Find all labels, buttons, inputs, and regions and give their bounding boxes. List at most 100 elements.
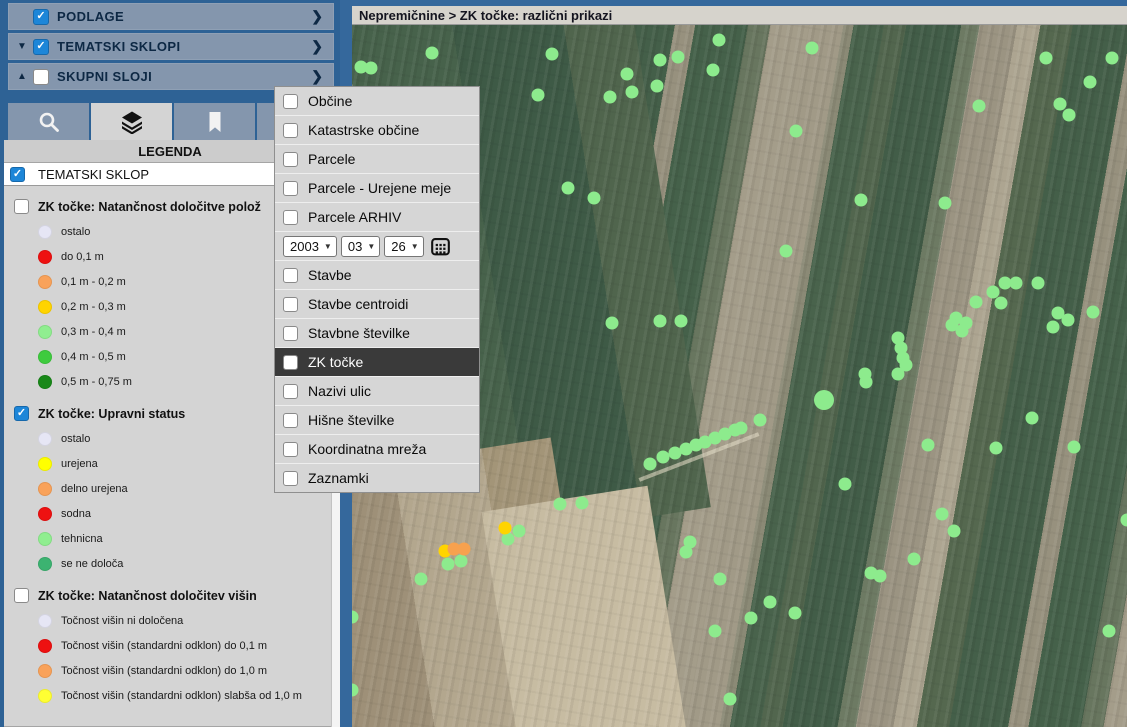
map-point[interactable]: [1106, 52, 1119, 65]
map-point[interactable]: [709, 625, 722, 638]
map-point[interactable]: [576, 497, 589, 510]
map-point[interactable]: [922, 439, 935, 452]
chevron-right-icon[interactable]: ❯: [311, 38, 323, 55]
map-point[interactable]: [442, 558, 455, 571]
layer-checkbox[interactable]: [283, 326, 298, 341]
map-point[interactable]: [939, 197, 952, 210]
map-point[interactable]: [714, 573, 727, 586]
layer-checkbox[interactable]: [283, 210, 298, 225]
map-point[interactable]: [680, 546, 693, 559]
map-point[interactable]: [546, 48, 559, 61]
map-point[interactable]: [458, 543, 471, 556]
map-point[interactable]: [1068, 441, 1081, 454]
layer-row[interactable]: Zaznamki: [275, 463, 479, 492]
map-point[interactable]: [790, 125, 803, 138]
legend-group-checkbox[interactable]: [14, 199, 29, 214]
map-point[interactable]: [1010, 277, 1023, 290]
map-point[interactable]: [352, 684, 359, 697]
map-point[interactable]: [365, 62, 378, 75]
map-point[interactable]: [789, 607, 802, 620]
map-point[interactable]: [499, 522, 512, 535]
map-point[interactable]: [956, 325, 969, 338]
map-point[interactable]: [764, 596, 777, 609]
map-point[interactable]: [651, 80, 664, 93]
map-point[interactable]: [1103, 625, 1116, 638]
layer-row[interactable]: Katastrske občine: [275, 115, 479, 144]
map-point[interactable]: [352, 611, 359, 624]
layer-checkbox[interactable]: [283, 94, 298, 109]
map-point[interactable]: [415, 573, 428, 586]
map-point[interactable]: [621, 68, 634, 81]
layer-checkbox[interactable]: [283, 355, 298, 370]
map-point[interactable]: [995, 297, 1008, 310]
map-point[interactable]: [1040, 52, 1053, 65]
chevron-right-icon[interactable]: ❯: [311, 8, 323, 25]
map-point[interactable]: [654, 315, 667, 328]
map-point[interactable]: [724, 693, 737, 706]
map-point[interactable]: [562, 182, 575, 195]
map-point[interactable]: [1121, 514, 1127, 527]
map-point[interactable]: [532, 89, 545, 102]
map-point[interactable]: [713, 34, 726, 47]
skupni-sloji-checkbox[interactable]: [33, 69, 49, 85]
map-point[interactable]: [707, 64, 720, 77]
calendar-button[interactable]: [430, 236, 451, 257]
map-point[interactable]: [672, 51, 685, 64]
layer-row[interactable]: Stavbe centroidi: [275, 289, 479, 318]
layer-checkbox[interactable]: [283, 297, 298, 312]
map-point[interactable]: [1047, 321, 1060, 334]
map-point[interactable]: [948, 525, 961, 538]
map-point[interactable]: [554, 498, 567, 511]
layer-checkbox[interactable]: [283, 471, 298, 486]
map-point[interactable]: [860, 376, 873, 389]
month-select[interactable]: 03▼: [341, 236, 380, 257]
legend-group-checkbox[interactable]: ✓: [14, 406, 29, 421]
collapse-arrow-icon[interactable]: ▲: [11, 71, 33, 82]
chevron-right-icon[interactable]: ❯: [311, 68, 323, 85]
layer-checkbox[interactable]: [283, 152, 298, 167]
layer-row[interactable]: Parcele - Urejene meje: [275, 173, 479, 202]
day-select[interactable]: 26▼: [384, 236, 423, 257]
layer-checkbox[interactable]: [283, 181, 298, 196]
map-point[interactable]: [455, 555, 468, 568]
map-point[interactable]: [754, 414, 767, 427]
map-point[interactable]: [606, 317, 619, 330]
layer-row[interactable]: Koordinatna mreža: [275, 434, 479, 463]
map-point[interactable]: [1026, 412, 1039, 425]
layer-checkbox[interactable]: [283, 413, 298, 428]
tab-search[interactable]: [8, 103, 91, 140]
layer-row[interactable]: ZK točke: [275, 347, 479, 376]
layer-checkbox[interactable]: [283, 384, 298, 399]
map-point[interactable]: [588, 192, 601, 205]
map-point[interactable]: [855, 194, 868, 207]
map-point[interactable]: [874, 570, 887, 583]
podlage-checkbox[interactable]: ✓: [33, 9, 49, 25]
map-point[interactable]: [1062, 314, 1075, 327]
layer-row[interactable]: Stavbe: [275, 260, 479, 289]
map-point[interactable]: [892, 368, 905, 381]
map-point[interactable]: [970, 296, 983, 309]
accordion-podlage[interactable]: ✓ PODLAGE ❯: [8, 3, 334, 30]
map-point[interactable]: [814, 390, 834, 410]
map-point[interactable]: [936, 508, 949, 521]
layer-row[interactable]: Nazivi ulic: [275, 376, 479, 405]
layer-row[interactable]: Občine: [275, 87, 479, 115]
year-select[interactable]: 2003▼: [283, 236, 337, 257]
map-point[interactable]: [675, 315, 688, 328]
tab-bookmark[interactable]: [174, 103, 257, 140]
map-point[interactable]: [973, 100, 986, 113]
map-point[interactable]: [426, 47, 439, 60]
map-point[interactable]: [908, 553, 921, 566]
tematski-sklop-checkbox[interactable]: ✓: [10, 167, 25, 182]
map-point[interactable]: [1032, 277, 1045, 290]
layer-row[interactable]: Hišne številke: [275, 405, 479, 434]
map-point[interactable]: [654, 54, 667, 67]
tab-layers[interactable]: [91, 103, 174, 140]
map-point[interactable]: [626, 86, 639, 99]
layer-checkbox[interactable]: [283, 123, 298, 138]
accordion-tematski-sklopi[interactable]: ▼ ✓ TEMATSKI SKLOPI ❯: [8, 33, 334, 60]
map-point[interactable]: [990, 442, 1003, 455]
map-point[interactable]: [1063, 109, 1076, 122]
layer-row[interactable]: Parcele: [275, 144, 479, 173]
tematski-sklopi-checkbox[interactable]: ✓: [33, 39, 49, 55]
